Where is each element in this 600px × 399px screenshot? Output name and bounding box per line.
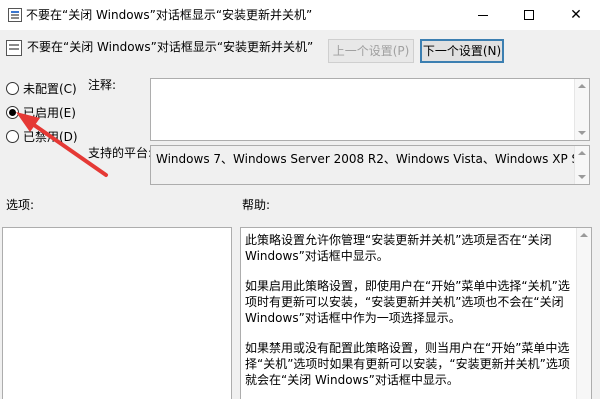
maximize-icon xyxy=(524,10,534,20)
help-paragraph: 此策略设置允许你管理“安装更新并关机”选项是否在“关闭 Windows”对话框中… xyxy=(245,233,552,263)
next-setting-button[interactable]: 下一个设置(N) xyxy=(420,39,504,63)
window-title: 不要在“关闭 Windows”对话框显示“安装更新并关机” xyxy=(26,8,313,22)
supported-platforms-value: Windows 7、Windows Server 2008 R2、Windows… xyxy=(156,152,590,166)
radio-button[interactable] xyxy=(6,129,19,143)
options-panel xyxy=(2,227,232,399)
scroll-up-icon[interactable] xyxy=(578,84,586,88)
scroll-up-icon[interactable] xyxy=(578,151,586,155)
title-bar: 不要在“关闭 Windows”对话框显示“安装更新并关机” ✕ xyxy=(0,0,600,30)
platforms-scrollbar[interactable] xyxy=(574,146,589,184)
close-icon: ✕ xyxy=(570,7,582,23)
help-scrollbar[interactable] xyxy=(576,228,591,399)
radio-label: 未配置(C) xyxy=(23,81,77,96)
radio-not-configured[interactable]: 未配置(C) xyxy=(6,80,77,96)
comment-scrollbar[interactable] xyxy=(574,79,589,140)
help-paragraph: 如果禁用或没有配置此策略设置，则当用户在“开始”菜单中选择“关机”选项时如果有更… xyxy=(245,341,570,387)
comment-label: 注释: xyxy=(88,78,117,92)
radio-disabled[interactable]: 已禁用(D) xyxy=(6,128,78,144)
radio-label: 已启用(E) xyxy=(23,105,76,120)
minimize-icon xyxy=(478,14,488,16)
policy-setting-icon xyxy=(6,40,22,56)
options-label: 选项: xyxy=(6,198,35,212)
radio-enabled[interactable]: 已启用(E) xyxy=(6,104,76,120)
policy-window-icon xyxy=(8,8,22,22)
help-text: 此策略设置允许你管理“安装更新并关机”选项是否在“关闭 Windows”对话框中… xyxy=(245,232,573,399)
help-panel: 此策略设置允许你管理“安装更新并关机”选项是否在“关闭 Windows”对话框中… xyxy=(240,227,592,399)
scroll-down-icon[interactable] xyxy=(578,175,586,179)
scroll-down-icon[interactable] xyxy=(578,131,586,135)
supported-platforms-field: Windows 7、Windows Server 2008 R2、Windows… xyxy=(150,145,590,185)
radio-button[interactable] xyxy=(6,81,19,95)
help-label: 帮助: xyxy=(242,198,271,212)
policy-name: 不要在“关闭 Windows”对话框显示“安装更新并关机” xyxy=(27,40,314,54)
radio-button[interactable] xyxy=(6,105,19,119)
supported-platforms-label: 支持的平台: xyxy=(88,146,153,160)
help-paragraph: 如果启用此策略设置，即使用户在“开始”菜单中选择“关机”选项时有更新可以安装，“… xyxy=(245,279,570,325)
maximize-button[interactable] xyxy=(506,0,552,30)
radio-label: 已禁用(D) xyxy=(23,129,78,144)
previous-setting-button[interactable]: 上一个设置(P) xyxy=(328,39,414,63)
minimize-button[interactable] xyxy=(460,0,506,30)
comment-textarea[interactable] xyxy=(150,78,590,141)
scroll-up-icon[interactable] xyxy=(580,233,588,237)
close-button[interactable]: ✕ xyxy=(552,0,600,30)
